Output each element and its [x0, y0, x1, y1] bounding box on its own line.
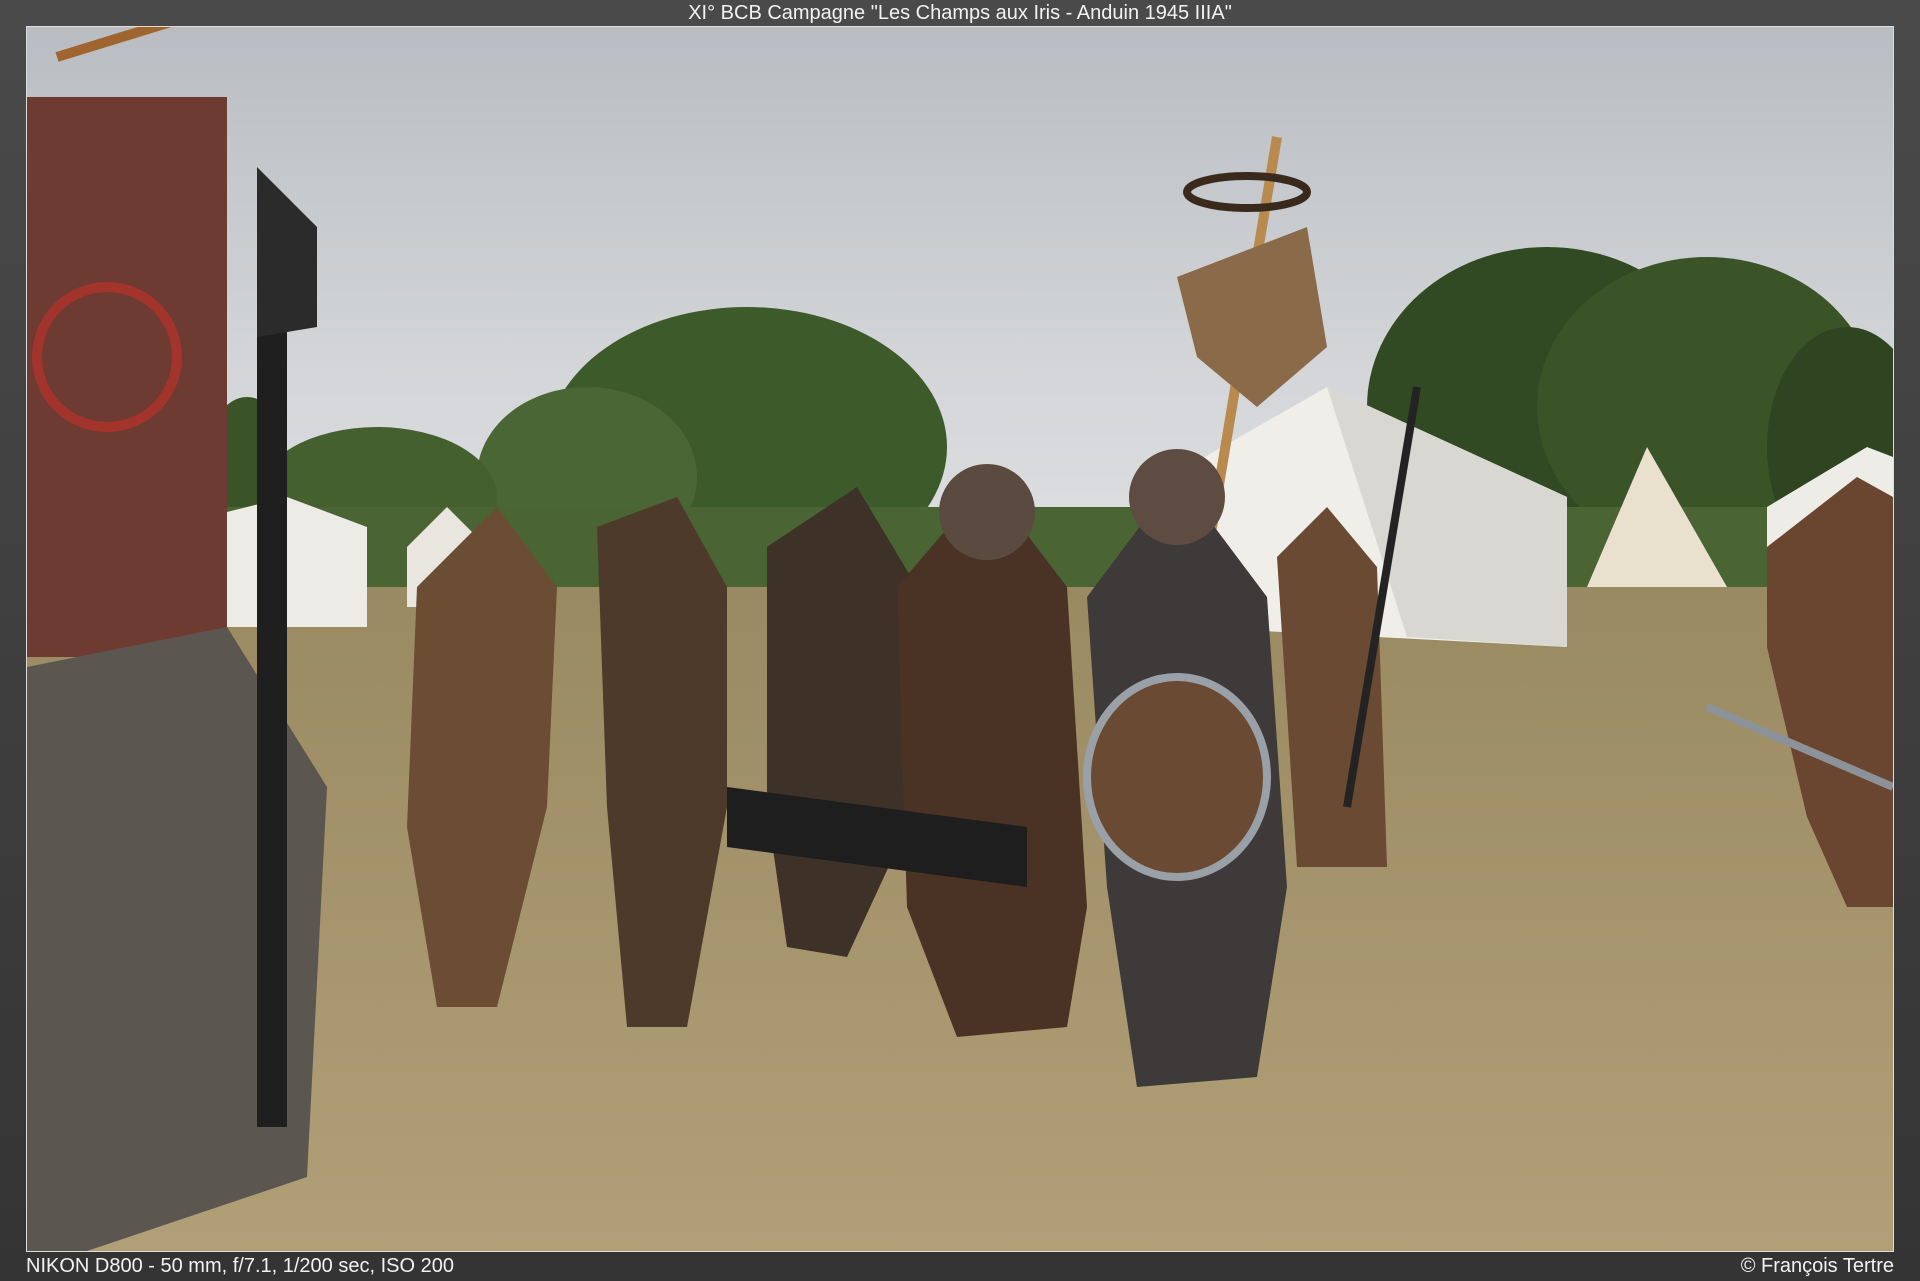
photo-footer: NIKON D800 - 50 mm, f/7.1, 1/200 sec, IS… [26, 1253, 1894, 1279]
photo-scene [27, 27, 1893, 1251]
photo-title: XI° BCB Campagne "Les Champs aux Iris - … [688, 2, 1232, 24]
photo-credit: © François Tertre [1740, 1255, 1894, 1277]
exif-info: NIKON D800 - 50 mm, f/7.1, 1/200 sec, IS… [26, 1255, 454, 1277]
red-eye-banner [27, 27, 227, 657]
photograph [26, 26, 1894, 1252]
